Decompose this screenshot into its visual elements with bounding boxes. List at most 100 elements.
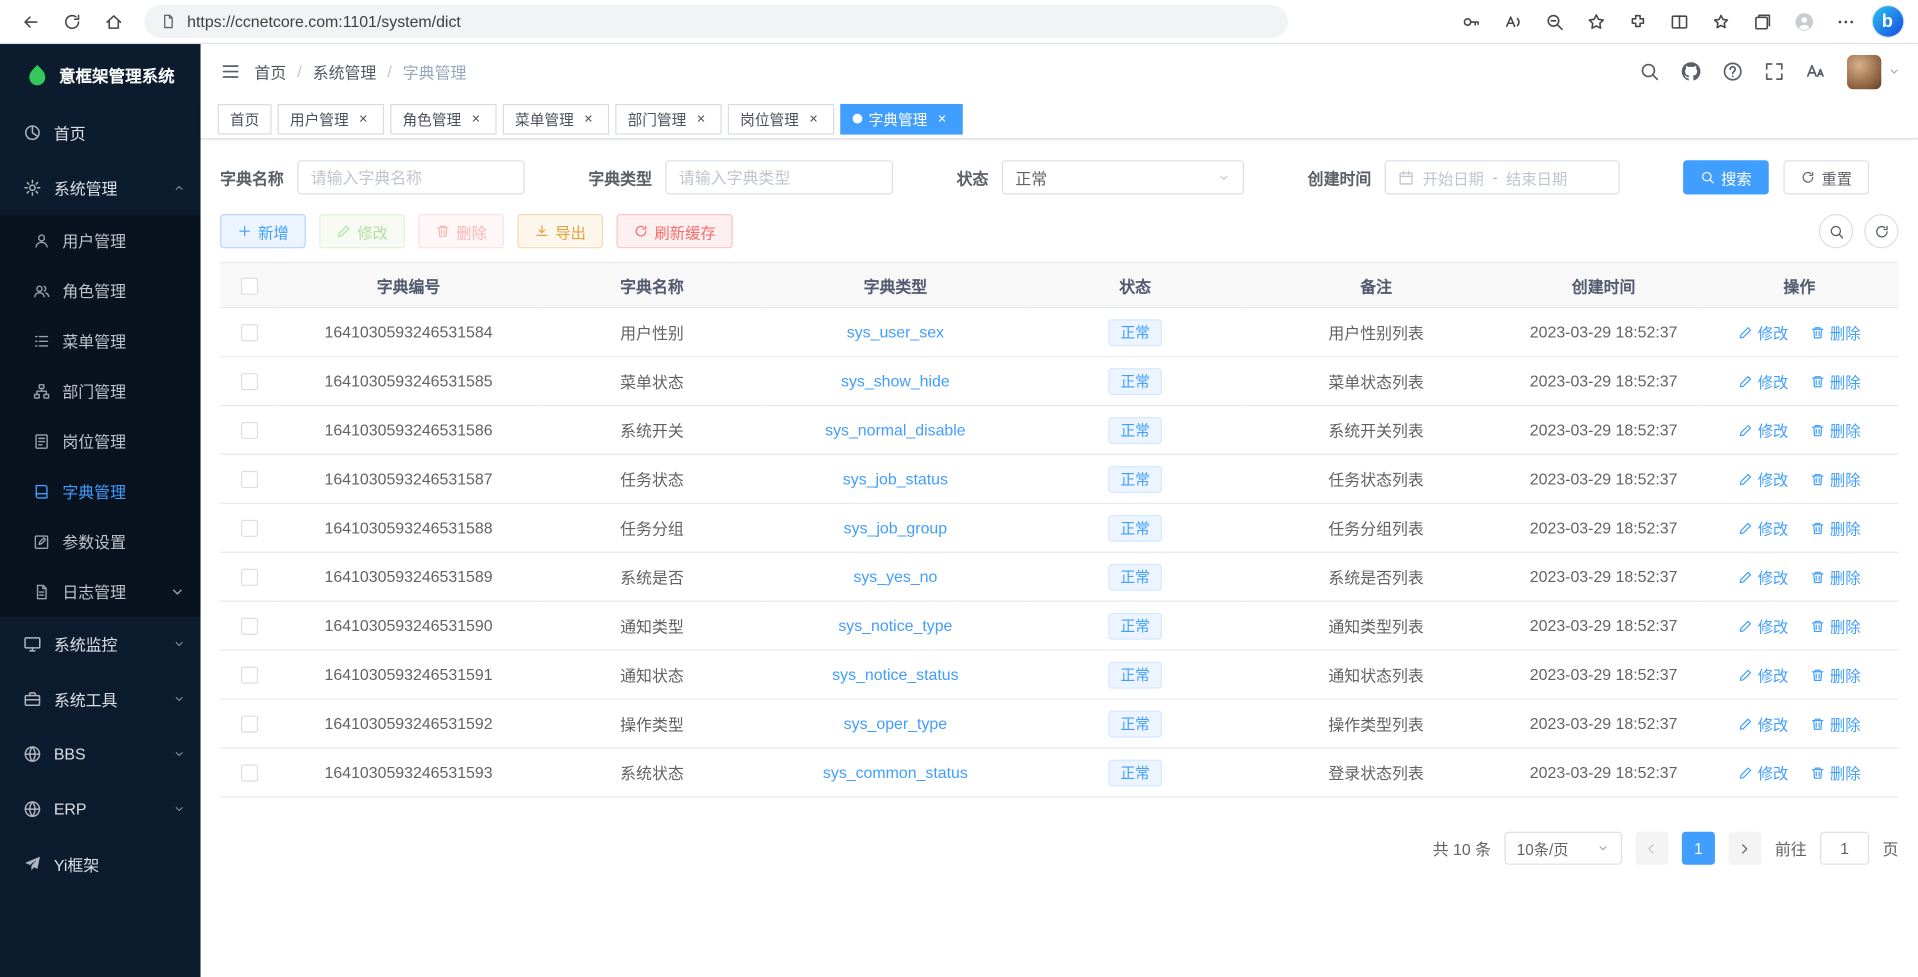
row-edit-button[interactable]: 修改 xyxy=(1738,663,1788,686)
row-edit-button[interactable]: 修改 xyxy=(1738,516,1788,539)
sidebar-item-dept[interactable]: 部门管理 xyxy=(0,366,201,416)
sidebar-item-erp[interactable]: ERP xyxy=(0,782,201,837)
dict-type-link[interactable]: sys_show_hide xyxy=(841,372,950,390)
tab-close-icon[interactable]: × xyxy=(355,110,372,127)
sidebar-item-dict[interactable]: 字典管理 xyxy=(0,466,201,516)
row-checkbox[interactable] xyxy=(241,471,258,488)
reset-button[interactable]: 重置 xyxy=(1784,160,1870,194)
row-delete-button[interactable]: 删除 xyxy=(1810,467,1860,490)
extensions-button[interactable] xyxy=(1617,4,1659,39)
row-edit-button[interactable]: 修改 xyxy=(1738,565,1788,588)
tab-item[interactable]: 岗位管理× xyxy=(728,103,834,134)
read-aloud-button[interactable] xyxy=(1492,4,1534,39)
delete-button[interactable]: 删除 xyxy=(418,214,504,248)
browser-profile-button[interactable] xyxy=(1783,4,1825,39)
row-delete-button[interactable]: 删除 xyxy=(1810,712,1860,735)
row-delete-button[interactable]: 删除 xyxy=(1810,516,1860,539)
sidebar-item-bbs[interactable]: BBS xyxy=(0,727,201,782)
row-checkbox[interactable] xyxy=(241,618,258,635)
export-button[interactable]: 导出 xyxy=(517,214,603,248)
help-button[interactable] xyxy=(1712,52,1751,91)
browser-zoom-button[interactable] xyxy=(1534,4,1576,39)
row-checkbox[interactable] xyxy=(241,520,258,537)
sidebar-item-log[interactable]: 日志管理 xyxy=(0,566,201,616)
row-edit-button[interactable]: 修改 xyxy=(1738,369,1788,392)
fullscreen-button[interactable] xyxy=(1754,52,1793,91)
sidebar-item-role[interactable]: 角色管理 xyxy=(0,265,201,315)
tab-item[interactable]: 首页 xyxy=(218,103,272,134)
github-button[interactable] xyxy=(1671,52,1710,91)
favorites-button[interactable] xyxy=(1700,4,1742,39)
refresh-cache-button[interactable]: 刷新缓存 xyxy=(617,214,733,248)
sidebar-item-tool[interactable]: 系统工具 xyxy=(0,672,201,727)
dict-type-link[interactable]: sys_common_status xyxy=(823,763,968,781)
row-checkbox[interactable] xyxy=(241,569,258,586)
date-range-picker[interactable]: 开始日期 - 结束日期 xyxy=(1385,160,1620,194)
row-checkbox[interactable] xyxy=(241,667,258,684)
row-edit-button[interactable]: 修改 xyxy=(1738,761,1788,784)
password-manager-button[interactable] xyxy=(1451,4,1493,39)
collections-button[interactable] xyxy=(1742,4,1784,39)
refresh-table-button[interactable] xyxy=(1864,214,1898,248)
sidebar-item-system[interactable]: 系统管理 xyxy=(0,160,201,215)
dict-type-link[interactable]: sys_yes_no xyxy=(853,568,937,586)
address-bar[interactable]: https://ccnetcore.com:1101/system/dict xyxy=(144,5,1288,38)
breadcrumb-item[interactable]: 系统管理 xyxy=(313,60,377,83)
sidebar-item-config[interactable]: 参数设置 xyxy=(0,516,201,566)
row-edit-button[interactable]: 修改 xyxy=(1738,712,1788,735)
tab-close-icon[interactable]: × xyxy=(805,110,822,127)
breadcrumb-item[interactable]: 首页 xyxy=(254,60,286,83)
row-edit-button[interactable]: 修改 xyxy=(1738,467,1788,490)
tab-close-icon[interactable]: × xyxy=(580,110,597,127)
dict-type-link[interactable]: sys_normal_disable xyxy=(825,421,966,439)
sidebar-item-monitor[interactable]: 系统监控 xyxy=(0,616,201,671)
row-checkbox[interactable] xyxy=(241,422,258,439)
sidebar-item-yi[interactable]: Yi框架 xyxy=(0,837,201,892)
search-button[interactable]: 搜索 xyxy=(1683,160,1769,194)
row-delete-button[interactable]: 删除 xyxy=(1810,663,1860,686)
row-checkbox[interactable] xyxy=(241,373,258,390)
collapse-sidebar-button[interactable] xyxy=(210,52,249,91)
dict-type-input[interactable] xyxy=(665,160,893,194)
page-number-button[interactable]: 1 xyxy=(1682,832,1715,865)
dict-type-link[interactable]: sys_user_sex xyxy=(847,323,944,341)
tab-item[interactable]: 角色管理× xyxy=(390,103,496,134)
edit-button[interactable]: 修改 xyxy=(319,214,405,248)
home-button[interactable] xyxy=(93,4,135,39)
dict-type-link[interactable]: sys_notice_type xyxy=(838,616,952,634)
add-favorite-button[interactable] xyxy=(1575,4,1617,39)
next-page-button[interactable] xyxy=(1728,832,1761,865)
prev-page-button[interactable] xyxy=(1635,832,1668,865)
tab-item[interactable]: 字典管理× xyxy=(840,103,962,134)
row-delete-button[interactable]: 删除 xyxy=(1810,320,1860,343)
sidebar-item-user[interactable]: 用户管理 xyxy=(0,215,201,265)
dict-type-link[interactable]: sys_job_status xyxy=(843,470,948,488)
row-delete-button[interactable]: 删除 xyxy=(1810,614,1860,637)
page-size-select[interactable]: 10条/页 xyxy=(1505,832,1622,865)
row-edit-button[interactable]: 修改 xyxy=(1738,418,1788,441)
tab-item[interactable]: 菜单管理× xyxy=(503,103,609,134)
user-menu[interactable] xyxy=(1847,54,1901,88)
back-button[interactable] xyxy=(10,4,52,39)
search-button[interactable] xyxy=(1629,52,1668,91)
font-size-button[interactable] xyxy=(1796,52,1835,91)
dict-type-link[interactable]: sys_notice_status xyxy=(832,665,958,683)
row-checkbox[interactable] xyxy=(241,765,258,782)
row-delete-button[interactable]: 删除 xyxy=(1810,418,1860,441)
sidebar-item-post[interactable]: 岗位管理 xyxy=(0,416,201,466)
refresh-button[interactable] xyxy=(51,4,93,39)
row-delete-button[interactable]: 删除 xyxy=(1810,761,1860,784)
show-search-button[interactable] xyxy=(1819,214,1853,248)
tab-item[interactable]: 用户管理× xyxy=(278,103,384,134)
row-edit-button[interactable]: 修改 xyxy=(1738,614,1788,637)
tab-close-icon[interactable]: × xyxy=(692,110,709,127)
more-button[interactable] xyxy=(1825,4,1867,39)
add-button[interactable]: 新增 xyxy=(220,214,306,248)
dict-name-input[interactable] xyxy=(297,160,525,194)
sidebar-item-home[interactable]: 首页 xyxy=(0,105,201,160)
tab-close-icon[interactable]: × xyxy=(933,110,950,127)
row-checkbox[interactable] xyxy=(241,324,258,341)
split-screen-button[interactable] xyxy=(1659,4,1701,39)
goto-page-input[interactable] xyxy=(1820,832,1869,865)
row-delete-button[interactable]: 删除 xyxy=(1810,565,1860,588)
